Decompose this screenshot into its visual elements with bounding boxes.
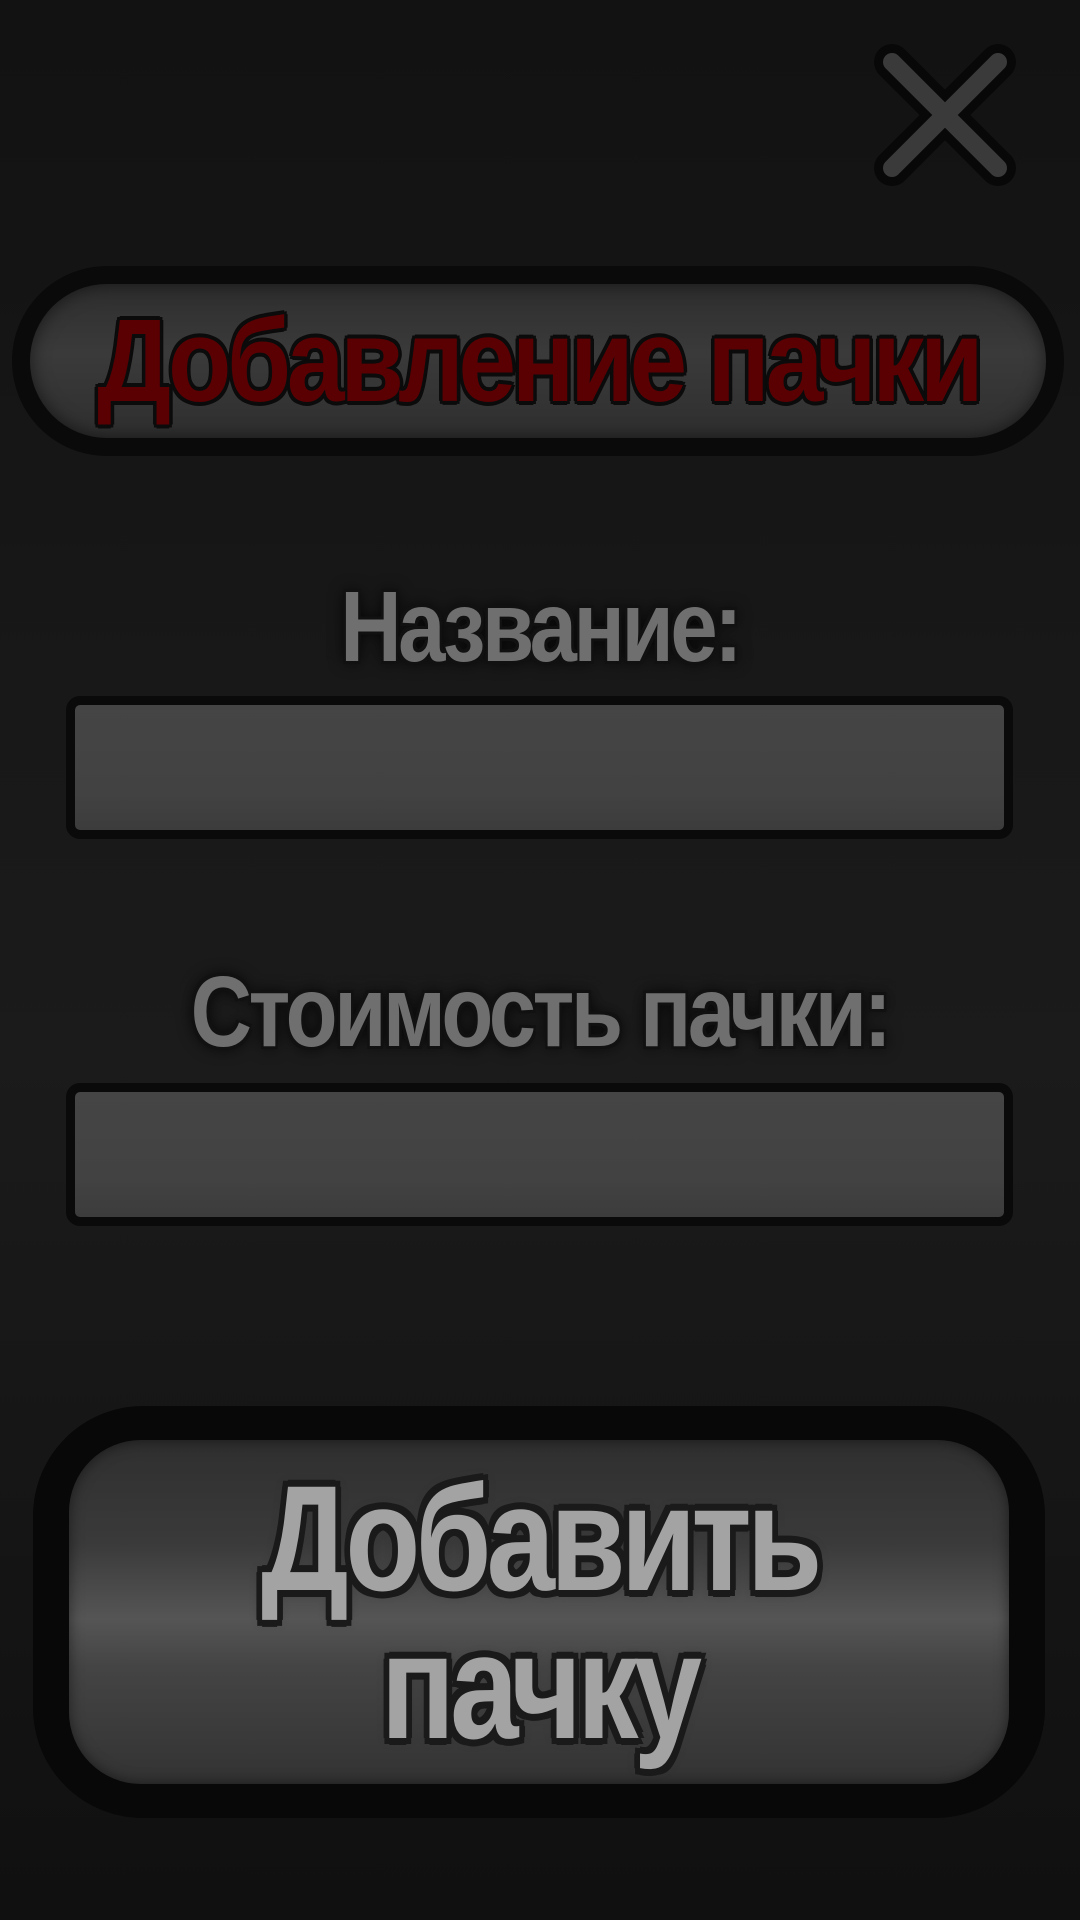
- name-input[interactable]: [66, 696, 1013, 839]
- title-banner-inner: Добавление пачки: [30, 284, 1046, 438]
- add-pack-button-face[interactable]: Добавить пачку: [69, 1440, 1009, 1784]
- add-pack-button-label-line2: пачку: [380, 1602, 702, 1770]
- title-banner: Добавление пачки: [12, 266, 1064, 456]
- price-label: Стоимость пачки:: [0, 955, 1080, 1070]
- price-input[interactable]: [66, 1083, 1013, 1226]
- add-pack-button-label-line1: Добавить: [260, 1454, 822, 1622]
- name-label-text: Название:: [340, 571, 743, 683]
- close-button[interactable]: [870, 40, 1020, 190]
- page-title: Добавление пачки: [96, 295, 984, 427]
- name-label: Название:: [0, 570, 1080, 685]
- close-icon: [874, 44, 1016, 186]
- price-label-text: Стоимость пачки:: [191, 956, 892, 1068]
- add-pack-button[interactable]: Добавить пачку: [33, 1406, 1045, 1818]
